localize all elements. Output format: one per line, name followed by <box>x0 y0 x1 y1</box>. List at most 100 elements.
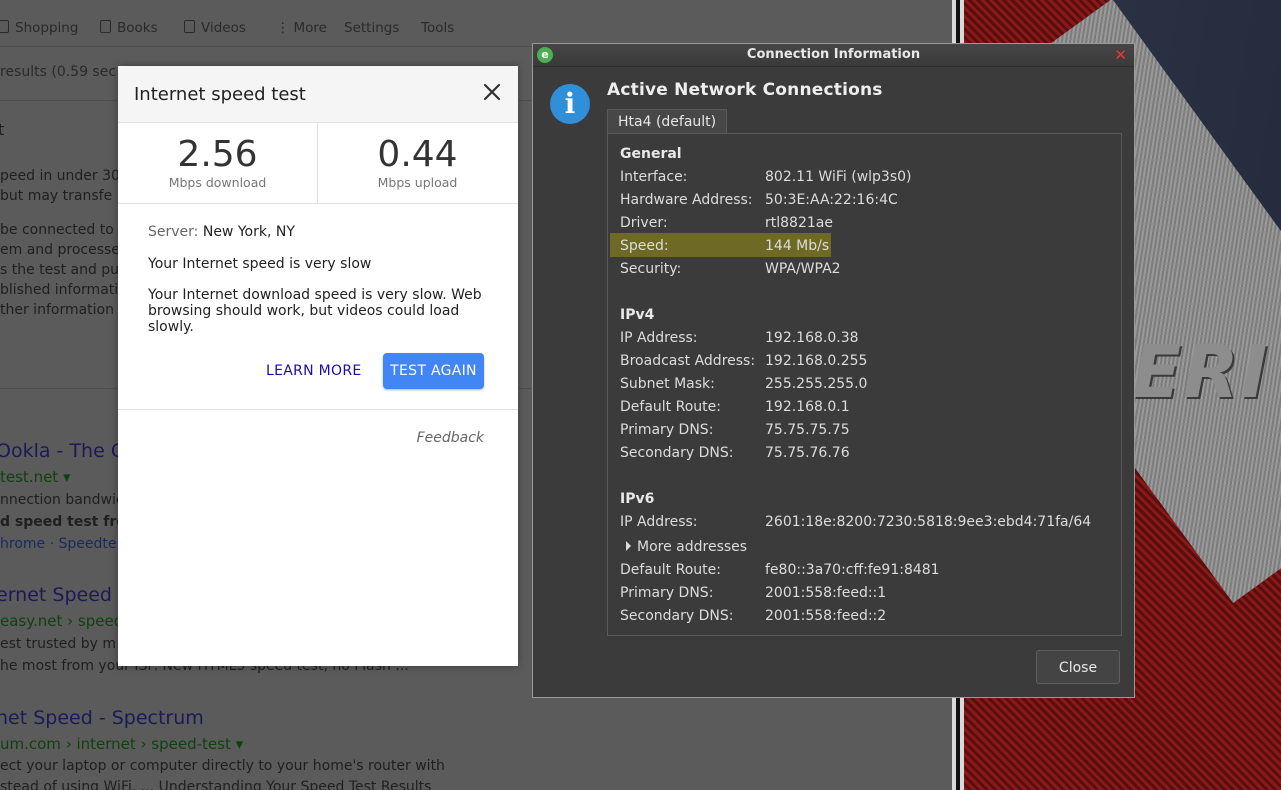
info-value: 192.168.0.255 <box>765 353 868 369</box>
tag-icon <box>0 20 9 33</box>
download-metric: 2.56 Mbps download <box>118 123 317 203</box>
upload-value: 0.44 <box>377 134 458 175</box>
test-again-button[interactable]: TEST AGAIN <box>383 353 484 389</box>
info-key: Default Route: <box>620 399 721 415</box>
tab-label: More <box>293 20 327 36</box>
info-value: 802.11 WiFi (wlp3s0) <box>765 169 912 185</box>
snippet-line: s the test and pu <box>0 262 120 278</box>
result-url-text: test.net <box>0 468 59 486</box>
more-addresses-expander[interactable]: More addresses <box>626 539 747 555</box>
tab-videos[interactable]: Videos <box>184 20 246 36</box>
close-button[interactable]: Close <box>1036 650 1120 684</box>
results-stats: results (0.59 sec <box>0 64 117 80</box>
info-value: 75.75.76.76 <box>765 445 850 461</box>
speed-verdict: Your Internet speed is very slow <box>148 256 372 272</box>
dropdown-arrow-icon: ▾ <box>235 735 244 753</box>
snippet-line: be connected to <box>0 222 114 238</box>
result-snippet: est trusted by m <box>0 636 116 652</box>
info-key: Secondary DNS: <box>620 445 734 461</box>
info-value: 50:3E:AA:22:16:4C <box>765 192 898 208</box>
server-label: Server: <box>148 224 199 240</box>
info-value: 2001:558:feed::2 <box>765 608 887 624</box>
section-general: General <box>620 146 682 162</box>
upload-metric: 0.44 Mbps upload <box>318 123 517 203</box>
info-key: IP Address: <box>620 514 698 530</box>
speed-metrics: 2.56 Mbps download 0.44 Mbps upload <box>118 123 518 204</box>
tab-label: Shopping <box>15 20 79 36</box>
result-snippet: d speed test fro <box>0 514 126 530</box>
result-sitelinks[interactable]: hrome · Speedte <box>0 536 116 552</box>
result-snippet: stead of using WiFi. ... Understanding Y… <box>0 779 432 790</box>
info-key: Primary DNS: <box>620 422 714 438</box>
download-value: 2.56 <box>177 134 258 175</box>
tab-settings[interactable]: Settings <box>344 20 399 36</box>
info-value: 192.168.0.38 <box>765 330 859 346</box>
info-value: 75.75.75.75 <box>765 422 850 438</box>
result-snippet: nnection bandwid <box>0 492 125 508</box>
info-value: 192.168.0.1 <box>765 399 850 415</box>
speed-detail: Your Internet download speed is very slo… <box>148 287 482 335</box>
tab-tools[interactable]: Tools <box>421 20 454 36</box>
info-key: Driver: <box>620 215 668 231</box>
info-value: 255.255.255.0 <box>765 376 868 392</box>
info-icon: i <box>550 84 590 124</box>
result-url[interactable]: test.net ▾ <box>0 468 71 486</box>
info-value: fe80::3a70:cff:fe91:8481 <box>765 562 940 578</box>
result-title[interactable]: ernet Speed <box>0 584 112 606</box>
info-key: Default Route: <box>620 562 721 578</box>
snippet-line: ther information <box>0 302 114 318</box>
info-value: 2601:18e:8200:7230:5818:9ee3:ebd4:71fa/6… <box>765 514 1092 530</box>
dialog-heading: Active Network Connections <box>607 80 883 100</box>
speed-test-header: Internet speed test <box>118 66 518 123</box>
snippet-line: peed in under 30 <box>0 168 120 184</box>
more-dots-icon: ⋮ <box>276 20 290 36</box>
result-url-text: um.com › internet › speed-test <box>0 735 231 753</box>
expander-arrow-icon <box>626 541 631 551</box>
feedback-link[interactable]: Feedback <box>417 430 484 446</box>
snippet-glyph: t <box>0 120 5 139</box>
result-title[interactable]: net Speed - Spectrum <box>0 707 204 729</box>
server-line: Server: New York, NY <box>148 224 493 240</box>
tab-label: Videos <box>201 20 246 36</box>
snippet-line: but may transfe <box>0 188 113 204</box>
info-key: Secondary DNS: <box>620 608 734 624</box>
snippet-line: em and processe <box>0 242 120 258</box>
close-button[interactable] <box>480 80 504 104</box>
tab-label: Books <box>117 20 158 36</box>
more-addresses-label: More addresses <box>637 539 748 555</box>
connection-details-panel: General Interface: 802.11 WiFi (wlp3s0) H… <box>607 133 1122 636</box>
info-key: Security: <box>620 261 682 277</box>
result-title[interactable]: Ookla - The G <box>0 440 126 462</box>
info-value: rtl8821ae <box>765 215 833 231</box>
info-value: 2001:558:feed::1 <box>765 585 887 601</box>
speed-test-body: Server: New York, NY Your Internet speed… <box>148 224 493 335</box>
server-value: New York, NY <box>202 224 295 240</box>
window-titlebar[interactable]: e Connection Information ✕ <box>533 44 1134 67</box>
result-url[interactable]: easy.net › speed <box>0 612 123 630</box>
speed-test-title: Internet speed test <box>134 84 306 105</box>
tab-more[interactable]: ⋮ More <box>276 20 327 36</box>
info-key: Primary DNS: <box>620 585 714 601</box>
window-close-icon[interactable]: ✕ <box>1114 46 1127 64</box>
play-icon <box>184 20 195 33</box>
divider <box>118 409 518 410</box>
result-url[interactable]: um.com › internet › speed-test ▾ <box>0 735 243 753</box>
wallpaper-logo: ERI <box>1132 330 1270 414</box>
info-key: Hardware Address: <box>620 192 753 208</box>
dropdown-arrow-icon: ▾ <box>62 468 71 486</box>
info-key: Broadcast Address: <box>620 353 756 369</box>
snippet-line: blished informatio <box>0 282 127 298</box>
tab-books[interactable]: Books <box>100 20 158 36</box>
upload-unit: Mbps upload <box>377 175 458 190</box>
info-key: Subnet Mask: <box>620 376 715 392</box>
speed-test-dialog: Internet speed test 2.56 Mbps download 0… <box>118 66 518 666</box>
learn-more-link[interactable]: LEARN MORE <box>266 363 362 379</box>
close-icon <box>483 83 501 101</box>
download-unit: Mbps download <box>168 175 267 190</box>
section-ipv4: IPv4 <box>620 307 655 323</box>
connection-info-window: e Connection Information ✕ i Active Netw… <box>532 43 1135 698</box>
info-key: IP Address: <box>620 330 698 346</box>
tab-connection[interactable]: Hta4 (default) <box>607 109 728 134</box>
window-title: Connection Information <box>746 47 921 62</box>
tab-shopping[interactable]: Shopping <box>0 20 78 36</box>
